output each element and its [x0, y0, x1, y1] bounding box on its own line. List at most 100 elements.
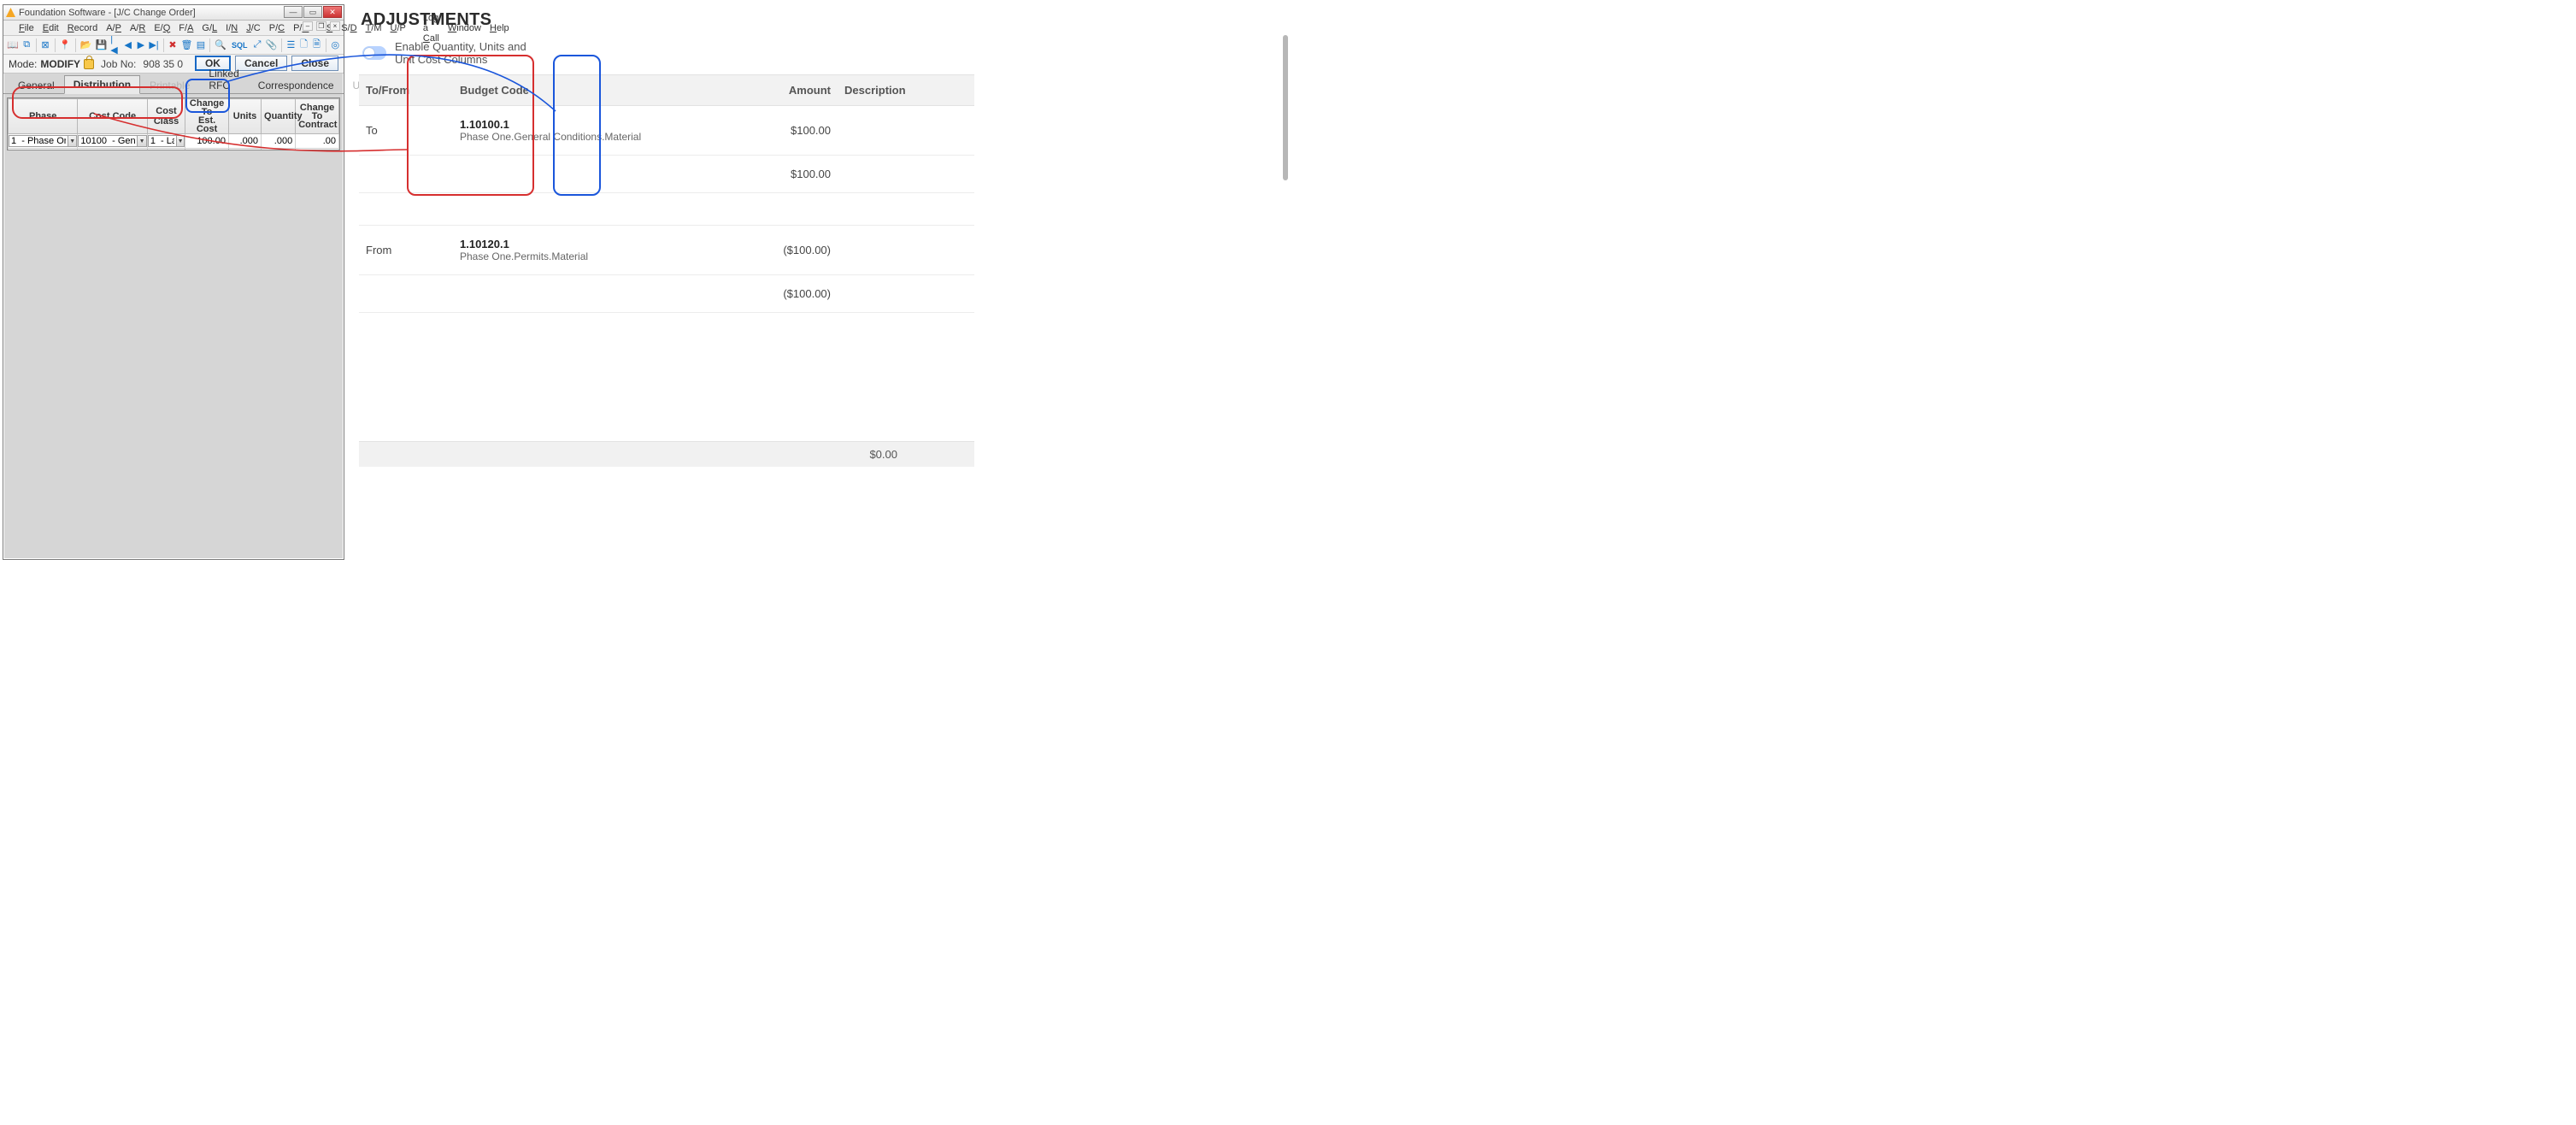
maximize-button[interactable]: ▭	[303, 6, 322, 18]
th-units[interactable]: Units	[228, 99, 261, 134]
minimize-button[interactable]: —	[284, 6, 303, 18]
list-icon[interactable]: ▤	[195, 38, 206, 52]
cost-class-field[interactable]	[148, 135, 177, 147]
cost-code-field[interactable]	[78, 135, 138, 147]
subtotal-amount: $100.00	[735, 156, 838, 193]
save-icon[interactable]: 💾	[95, 38, 109, 52]
th-quantity[interactable]: Quantity	[262, 99, 296, 134]
menu-ap[interactable]: A/P	[106, 23, 121, 33]
change-contract-field[interactable]	[296, 149, 338, 150]
footer-total: $0.00	[869, 448, 897, 461]
th-cost-code[interactable]: Cost Code	[78, 99, 147, 134]
menu-jc[interactable]: J/C	[246, 23, 261, 33]
tofrom-cell: From	[359, 226, 453, 275]
trash-icon[interactable]: 🗑	[179, 38, 193, 52]
enable-columns-toggle[interactable]	[362, 46, 386, 60]
child-restore-button[interactable]: ❐	[316, 21, 326, 31]
scroll-track[interactable]	[1281, 0, 1288, 562]
th-desc[interactable]: Description	[838, 75, 974, 106]
table-row[interactable]: ($100.00)	[359, 275, 974, 313]
quantity-field[interactable]	[262, 134, 295, 148]
dropdown-button[interactable]: ▼	[138, 135, 146, 147]
menu-in[interactable]: I/N	[226, 23, 238, 33]
change-contract-field[interactable]	[296, 134, 338, 148]
folder-open-icon[interactable]: 📂	[79, 38, 93, 52]
th-budget[interactable]: Budget Code	[453, 75, 735, 106]
titlebar: Foundation Software - [J/C Change Order]…	[3, 5, 344, 21]
first-icon[interactable]: |◀	[109, 38, 121, 52]
bullet-list-icon[interactable]: ☰	[285, 38, 297, 52]
book-open-icon[interactable]: 📖	[6, 38, 20, 52]
dropdown-button[interactable]: ▼	[177, 135, 185, 147]
units-field[interactable]	[229, 149, 261, 150]
close-button[interactable]: ✕	[323, 6, 342, 18]
expand-arrows-icon[interactable]: ⤢	[251, 38, 262, 52]
units-field[interactable]	[229, 134, 261, 148]
mode-value: MODIFY	[40, 58, 80, 70]
window-title: Foundation Software - [J/C Change Order]	[19, 8, 196, 18]
next-icon[interactable]: ▶	[135, 38, 146, 52]
menu-record[interactable]: Record	[68, 23, 97, 33]
th-phase[interactable]: Phase	[9, 99, 78, 134]
new-doc-icon[interactable]: 🗋	[298, 38, 309, 52]
search-icon[interactable]: 🔍	[214, 38, 227, 52]
table-row[interactable]: From1.10120.1Phase One.Permits.Material(…	[359, 226, 974, 275]
dropdown-button[interactable]: ▼	[68, 135, 77, 147]
subtotal-amount: ($100.00)	[735, 275, 838, 313]
target-icon[interactable]: ◎	[330, 38, 341, 52]
menu-ar[interactable]: A/R	[130, 23, 145, 33]
sheet-icon[interactable]: 🗎	[311, 38, 322, 52]
th-amount[interactable]: Amount	[735, 75, 838, 106]
toolbar: 📖 ⧉ ⊠ 📍 📂 💾 |◀ ◀ ▶ ▶| ✖ 🗑 ▤ 🔍 SQL ⤢ 📎 ☰ …	[3, 36, 344, 55]
menu-edit[interactable]: Edit	[43, 23, 59, 33]
adjustments-title: ADJUSTMENTS	[361, 10, 1288, 30]
table-row[interactable]: $100.00	[359, 156, 974, 193]
toggle-row: Enable Quantity, Units and Unit Cost Col…	[362, 40, 1288, 66]
close-form-button[interactable]: Close	[291, 56, 338, 71]
toggle-knob	[364, 48, 374, 58]
scroll-thumb[interactable]	[1283, 35, 1288, 180]
child-minimize-button[interactable]: –	[303, 21, 313, 31]
change-est-field[interactable]	[185, 149, 228, 150]
tofrom-cell: To	[359, 106, 453, 156]
toggle-label: Enable Quantity, Units and Unit Cost Col…	[395, 40, 549, 66]
table-row[interactable]: ▼▼▼	[9, 149, 339, 151]
desc-cell[interactable]	[838, 226, 974, 275]
pin-icon[interactable]: 📍	[58, 38, 72, 52]
app-icon	[6, 8, 15, 17]
th-tofrom[interactable]: To/From	[359, 75, 453, 106]
copy-icon[interactable]: ⧉	[21, 38, 32, 52]
menu-pc[interactable]: P/C	[269, 23, 285, 33]
table-row[interactable]: ▼ ▼ ▼	[9, 134, 339, 149]
phase-field[interactable]	[9, 135, 68, 147]
menu-eq[interactable]: E/Q	[154, 23, 170, 33]
tab-linked-rfc[interactable]: Linked RFC	[199, 64, 248, 94]
budget-cell: 1.10100.1Phase One.General Conditions.Ma…	[453, 106, 735, 156]
tab-distribution[interactable]: Distribution	[64, 75, 140, 94]
adjustments-footer: $0.00	[359, 441, 974, 467]
tab-general[interactable]: General	[9, 76, 64, 94]
quantity-field[interactable]	[262, 149, 295, 150]
child-close-button[interactable]: ×	[330, 21, 340, 31]
delete-x-icon[interactable]: ✖	[167, 38, 178, 52]
tab-printable: Printable	[140, 76, 199, 94]
distribution-grid: Phase Cost Code Cost Class Change ToEst.…	[7, 97, 340, 150]
sql-icon[interactable]: SQL	[229, 38, 250, 52]
table-row[interactable]	[359, 193, 974, 226]
cancel-x-icon[interactable]: ⊠	[40, 38, 51, 52]
last-icon[interactable]: ▶|	[148, 38, 159, 52]
amount-cell: ($100.00)	[735, 226, 838, 275]
menu-fa[interactable]: F/A	[179, 23, 193, 33]
prev-icon[interactable]: ◀	[122, 38, 133, 52]
menu-file[interactable]: File	[19, 23, 34, 33]
tab-correspondence[interactable]: Correspondence	[249, 76, 344, 94]
desc-cell[interactable]	[838, 106, 974, 156]
table-row[interactable]: To1.10100.1Phase One.General Conditions.…	[359, 106, 974, 156]
menu-sd[interactable]: S/D	[341, 23, 356, 33]
attachment-icon[interactable]: 📎	[264, 38, 278, 52]
th-change-est[interactable]: Change ToEst. Cost	[185, 99, 229, 134]
mode-label: Mode:	[9, 58, 37, 70]
th-cost-class[interactable]: Cost Class	[147, 99, 185, 134]
menu-gl[interactable]: G/L	[202, 23, 217, 33]
change-est-field[interactable]	[185, 134, 228, 148]
